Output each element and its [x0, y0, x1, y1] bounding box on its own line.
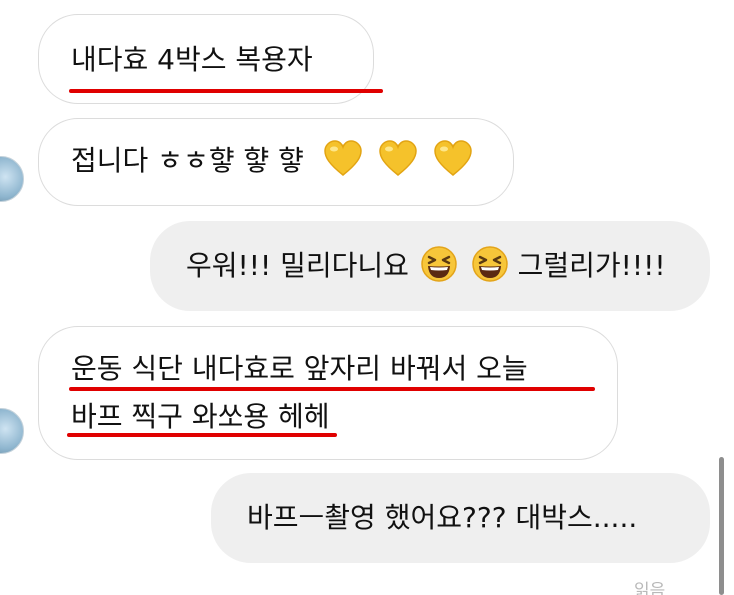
message-text: 우워!!! 밀리다니요: [186, 249, 409, 282]
received-message-bubble[interactable]: 접니다 ㅎㅎ햫 햫 햫: [38, 118, 514, 206]
message-text: 내다효 4박스 복용자: [71, 43, 313, 76]
received-message-bubble[interactable]: 내다효 4박스 복용자: [38, 14, 383, 104]
yellow-heart-icon: [433, 140, 473, 178]
red-underline: [67, 433, 337, 437]
chat-screen: 내다효 4박스 복용자 접니다 ㅎㅎ햫 햫 햫 우워!!! 밀리다니요 그럴리가…: [0, 0, 734, 595]
avatar[interactable]: [0, 408, 24, 454]
message-text: 바프ㅡ촬영 했어요??? 대박스.....: [247, 501, 638, 534]
red-underline: [69, 89, 383, 93]
sent-message-bubble[interactable]: 바프ㅡ촬영 했어요??? 대박스.....: [211, 473, 710, 563]
grinning-squinting-face-icon: [471, 245, 509, 283]
yellow-heart-icon: [378, 140, 418, 178]
message-text: 접니다 ㅎㅎ햫 햫 햫: [71, 144, 304, 177]
grinning-squinting-face-icon: [420, 245, 458, 283]
read-receipt: 읽음: [634, 581, 666, 595]
red-underline: [69, 387, 595, 391]
received-message-bubble[interactable]: 운동 식단 내다효로 앞자리 바꿔서 오늘 바프 찍구 와쏘용 헤헤: [38, 326, 618, 460]
scrollbar[interactable]: [719, 457, 724, 595]
message-text: 그럴리가!!!!: [517, 249, 666, 282]
sent-message-bubble[interactable]: 우워!!! 밀리다니요 그럴리가!!!!: [150, 221, 710, 311]
message-text-line: 운동 식단 내다효로 앞자리 바꿔서 오늘: [71, 352, 528, 385]
yellow-heart-icon: [323, 140, 363, 178]
avatar[interactable]: [0, 156, 24, 202]
